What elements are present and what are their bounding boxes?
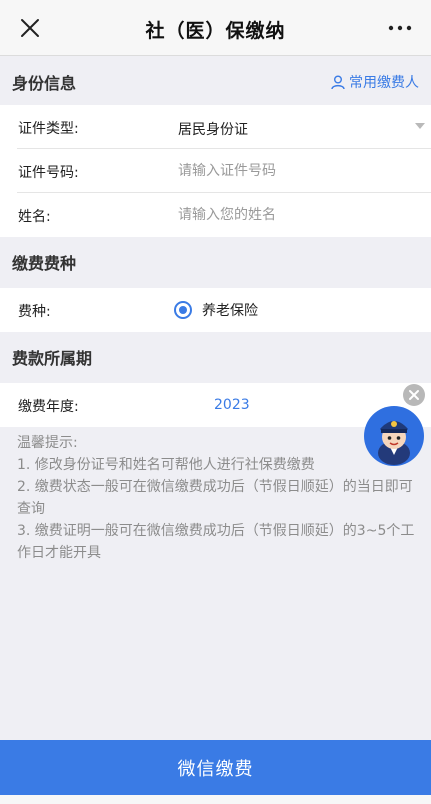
name-label: 姓名: xyxy=(18,209,51,225)
fee-type-row: 费种: 养老保险 xyxy=(0,288,431,332)
id-type-select[interactable]: 居民身份证 xyxy=(178,119,248,139)
name-row: 姓名: xyxy=(0,193,431,237)
name-input[interactable] xyxy=(178,201,408,229)
chevron-down-icon[interactable] xyxy=(415,123,425,129)
user-icon xyxy=(331,75,345,89)
bottom-safe-area xyxy=(0,795,431,804)
more-icon[interactable] xyxy=(385,16,415,40)
id-number-input[interactable] xyxy=(178,157,408,185)
tips-panel: 温馨提示: 1. 修改身份证号和姓名可帮他人进行社保费缴费 2. 缴费状态一般可… xyxy=(17,432,417,564)
id-type-label: 证件类型: xyxy=(18,121,79,137)
fee-type-section-header: 缴费费种 xyxy=(0,237,431,285)
tip-item: 1. 修改身份证号和姓名可帮他人进行社保费缴费 xyxy=(17,457,315,473)
id-number-label: 证件号码: xyxy=(18,165,79,181)
fee-type-label: 费种: xyxy=(18,304,51,320)
tip-item: 3. 缴费证明一般可在微信缴费成功后（节假日顺延）的3~5个工作日才能开具 xyxy=(17,523,415,561)
period-section-title: 费款所属期 xyxy=(12,349,93,368)
tips-title: 温馨提示: xyxy=(17,435,78,451)
identity-section-header: 身份信息 常用缴费人 xyxy=(0,57,431,105)
common-payer-label: 常用缴费人 xyxy=(349,75,419,91)
wechat-pay-button[interactable]: 微信缴费 xyxy=(0,740,431,795)
page-title: 社（医）保缴纳 xyxy=(145,20,286,42)
payment-year-label: 缴费年度: xyxy=(18,399,79,415)
pension-insurance-label: 养老保险 xyxy=(202,303,258,319)
fee-type-section-title: 缴费费种 xyxy=(12,254,77,273)
identity-section-title: 身份信息 xyxy=(12,74,77,93)
payment-year-select[interactable]: 2023 xyxy=(214,397,250,413)
tip-item: 2. 缴费状态一般可在微信缴费成功后（节假日顺延）的当日即可查询 xyxy=(17,479,413,517)
assistant-mascot-icon[interactable] xyxy=(363,405,425,467)
close-mascot-icon[interactable] xyxy=(403,384,425,406)
wechat-pay-label: 微信缴费 xyxy=(177,758,254,780)
period-section-header: 费款所属期 xyxy=(0,332,431,380)
id-type-row[interactable]: 证件类型: 居民身份证 xyxy=(0,105,431,149)
pension-insurance-radio[interactable]: 养老保险 xyxy=(174,300,258,320)
id-number-row: 证件号码: xyxy=(0,149,431,193)
common-payer-link[interactable]: 常用缴费人 xyxy=(331,72,419,92)
nav-bar: 社（医）保缴纳 xyxy=(0,0,431,56)
radio-selected-icon[interactable] xyxy=(174,301,192,319)
